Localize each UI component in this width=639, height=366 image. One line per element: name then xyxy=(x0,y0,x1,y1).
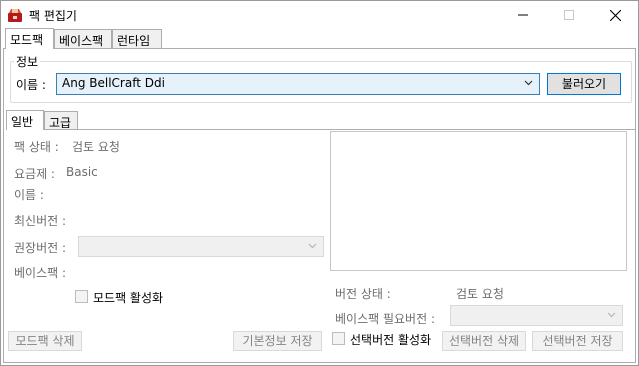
pack-status-label: 팩 상태 : xyxy=(14,140,59,154)
pack-status-value: 검토 요청 xyxy=(72,140,120,154)
version-listbox[interactable] xyxy=(330,131,627,271)
basepack-required-version-combo[interactable] xyxy=(450,305,623,326)
chevron-down-icon xyxy=(524,80,533,86)
tab-modpack[interactable]: 모드팩 xyxy=(5,28,54,49)
maximize-button[interactable] xyxy=(546,1,592,29)
maximize-icon xyxy=(564,10,574,20)
selected-version-enable-label: 선택버전 활성화 xyxy=(350,333,432,347)
recommended-version-combo[interactable] xyxy=(78,236,324,257)
plan-value: Basic xyxy=(66,165,98,179)
delete-selected-version-button[interactable]: 선택버전 삭제 xyxy=(442,331,526,351)
modpack-enable-label: 모드팩 활성화 xyxy=(93,291,164,305)
selected-version-enable-checkbox[interactable] xyxy=(332,332,345,345)
info-group-label: 정보 xyxy=(14,53,41,70)
minimize-icon xyxy=(518,14,528,16)
tab-runtime[interactable]: 런타임 xyxy=(112,29,162,49)
basepack-required-version-label: 베이스팩 필요버전 : xyxy=(335,312,435,326)
chevron-down-icon xyxy=(607,312,616,318)
close-button[interactable] xyxy=(592,1,638,29)
modpack-enable-checkbox[interactable] xyxy=(75,290,88,303)
version-status-value: 검토 요청 xyxy=(456,287,504,301)
pack-editor-window: 팩 편집기 모드팩 베이스팩 런타임 정보 이름 : Ang BellCraft… xyxy=(0,0,639,366)
delete-modpack-button[interactable]: 모드팩 삭제 xyxy=(8,331,82,351)
app-icon xyxy=(8,9,22,22)
pack-name-value: Ang BellCraft Ddi xyxy=(62,76,165,90)
save-selected-version-button[interactable]: 선택버전 저장 xyxy=(532,331,623,351)
close-icon xyxy=(609,9,621,21)
subtab-advanced[interactable]: 고급 xyxy=(44,111,78,130)
pack-name-combo[interactable]: Ang BellCraft Ddi xyxy=(56,73,540,95)
recommended-version-label: 권장버전 : xyxy=(14,241,67,255)
name-label: 이름 : xyxy=(16,78,46,92)
basepack-label: 베이스팩 : xyxy=(14,266,67,280)
plan-label: 요금제 : xyxy=(14,167,55,181)
minimize-button[interactable] xyxy=(500,1,546,29)
subtab-general[interactable]: 일반 xyxy=(6,110,44,130)
chevron-down-icon xyxy=(308,243,317,249)
window-title: 팩 편집기 xyxy=(29,9,77,23)
general-name-label: 이름 : xyxy=(14,188,44,202)
save-basic-info-button[interactable]: 기본정보 저장 xyxy=(233,331,322,351)
version-status-label: 버전 상태 : xyxy=(335,287,391,301)
load-button[interactable]: 불러오기 xyxy=(547,73,621,95)
latest-version-label: 최신버전 : xyxy=(14,214,67,228)
modpack-tab-panel: 정보 이름 : Ang BellCraft Ddi 불러오기 일반 고급 팩 상… xyxy=(3,48,636,363)
title-bar: 팩 편집기 xyxy=(1,1,638,29)
tab-basepack[interactable]: 베이스팩 xyxy=(54,29,112,49)
